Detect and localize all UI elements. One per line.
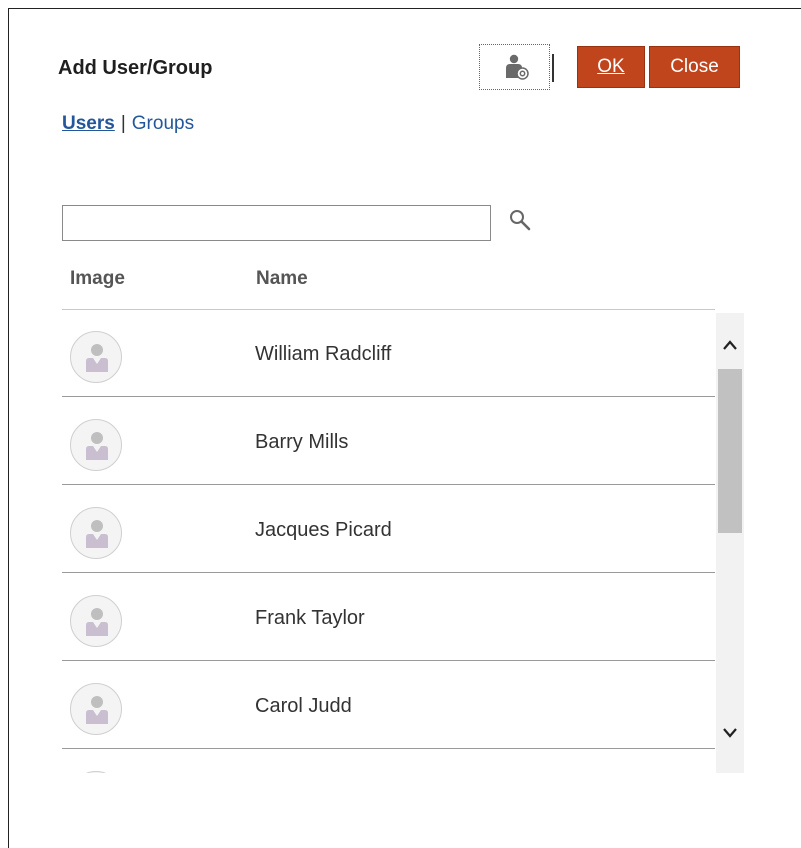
groups-link[interactable]: Groups [132,113,194,134]
search-button[interactable] [508,208,534,239]
vertical-scrollbar[interactable] [716,313,744,773]
user-name: Barry Mills [255,431,349,453]
table-row[interactable]: Carol Judd [62,661,715,749]
user-name: Frank Taylor [255,607,365,629]
users-groups-toggle: Users | Groups [62,113,194,135]
user-avatar-icon [70,331,122,383]
user-avatar-icon [70,507,122,559]
table-row[interactable]: William Radcliff [62,309,715,397]
table-row[interactable]: Jacques Picard [62,485,715,573]
table-row[interactable]: Barry Mills [62,397,715,485]
scroll-thumb[interactable] [718,369,742,533]
user-name: Carol Judd [255,695,352,717]
column-header-name: Name [256,268,308,289]
column-header-image: Image [70,268,125,289]
table-row[interactable] [62,749,715,773]
user-avatar-icon [70,419,122,471]
dialog-title: Add User/Group [58,57,213,79]
groups-link-label: Groups [131,113,195,134]
user-avatar-icon [70,771,122,773]
search-input[interactable] [62,205,491,241]
user-avatar-icon [70,595,122,647]
scroll-up-button[interactable] [716,331,744,359]
user-settings-icon [506,54,529,80]
toolbar-divider [552,54,554,82]
user-settings-button[interactable] [479,44,554,90]
search-icon [510,210,531,231]
table-row[interactable]: Frank Taylor [62,573,715,661]
scroll-down-button[interactable] [716,719,744,747]
users-table: William Radcliff Barry Mills Jacques Pic… [62,309,744,773]
ok-button-label: OK [597,56,625,77]
toggle-separator: | [120,113,126,134]
user-avatar-icon [70,683,122,735]
close-button[interactable]: Close [649,46,740,88]
users-link-label: Users [62,113,115,134]
table-body: William Radcliff Barry Mills Jacques Pic… [62,309,715,773]
users-link[interactable]: Users [62,113,115,134]
chevron-up-icon [723,340,737,350]
close-button-label: Close [670,56,719,77]
user-name: William Radcliff [255,343,392,365]
user-name: Jacques Picard [255,519,392,541]
ok-button[interactable]: OK [577,46,645,88]
chevron-down-icon [723,728,737,738]
